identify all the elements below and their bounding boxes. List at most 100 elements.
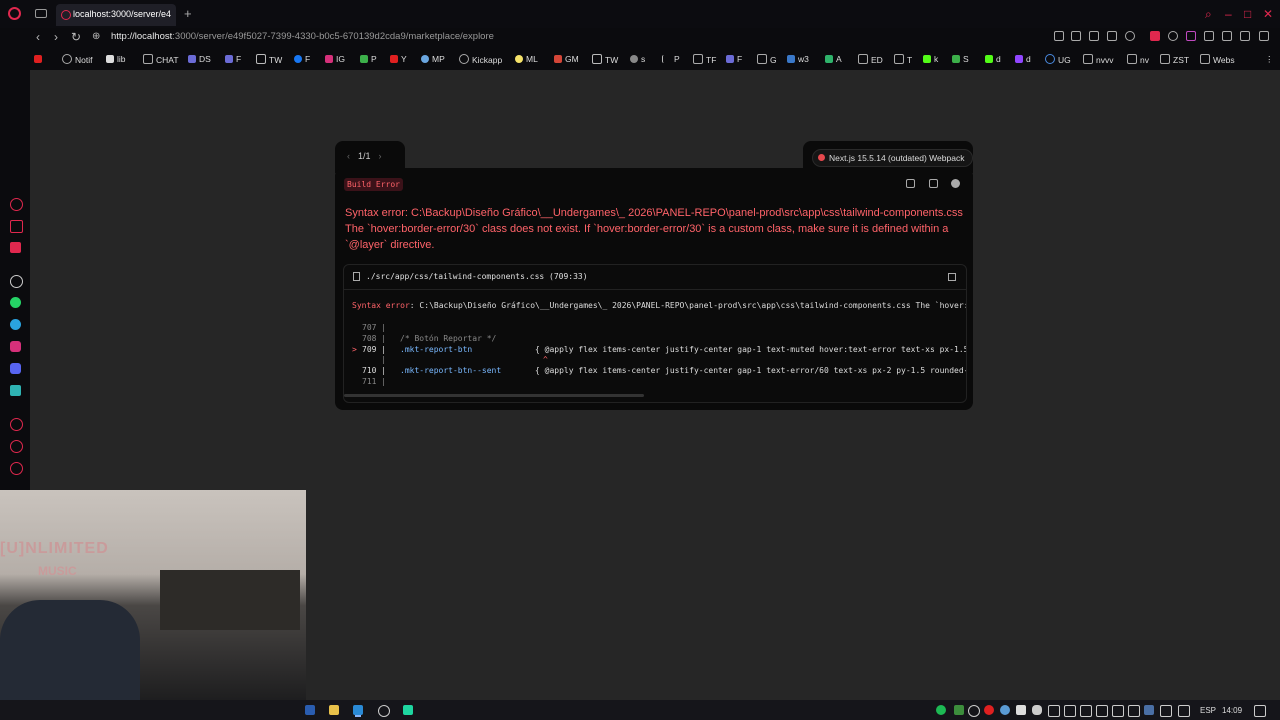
play-icon[interactable] bbox=[1107, 31, 1117, 41]
url-field[interactable]: http://localhost:3000/server/e49f5027-73… bbox=[111, 31, 494, 42]
new-tab-button[interactable]: + bbox=[184, 6, 192, 21]
bookmark-icon[interactable] bbox=[1054, 31, 1064, 41]
notifications-icon[interactable] bbox=[1254, 705, 1266, 717]
chatgpt-icon[interactable] bbox=[10, 275, 23, 288]
open-in-editor-icon[interactable] bbox=[948, 273, 956, 281]
bookmark-youtube[interactable] bbox=[34, 54, 45, 64]
extensions-icon[interactable] bbox=[1204, 31, 1214, 41]
bookmark-item[interactable]: G bbox=[757, 54, 777, 65]
bookmark-item[interactable]: ML bbox=[515, 54, 538, 64]
bookmark-item[interactable]: T bbox=[894, 54, 912, 65]
feedback-icon[interactable] bbox=[951, 179, 960, 188]
bookmark-item[interactable]: F bbox=[726, 54, 742, 64]
bookmark-item[interactable]: d bbox=[1015, 54, 1031, 64]
bookmark-item[interactable]: P bbox=[662, 54, 680, 64]
next-error-button[interactable]: › bbox=[379, 151, 382, 161]
bookmark-item[interactable]: F bbox=[294, 54, 310, 64]
extension-icon[interactable] bbox=[1186, 31, 1196, 41]
bookmark-item[interactable]: F bbox=[225, 54, 241, 64]
spotify-icon[interactable] bbox=[936, 705, 946, 715]
vscode-icon[interactable] bbox=[353, 705, 363, 715]
easy-setup-icon[interactable] bbox=[1259, 31, 1269, 41]
bookmark-item[interactable]: MP bbox=[421, 54, 445, 64]
wifi-icon[interactable] bbox=[1178, 705, 1190, 717]
bookmark-item[interactable]: ED bbox=[858, 54, 883, 65]
bookmark-item[interactable]: TF bbox=[693, 54, 716, 65]
bookmark-item[interactable]: UG bbox=[1045, 54, 1071, 65]
back-button[interactable]: ‹ bbox=[36, 30, 40, 44]
discord-icon[interactable] bbox=[10, 363, 21, 374]
bookmark-item[interactable]: CHAT bbox=[143, 54, 179, 65]
tray-app-icon[interactable] bbox=[1064, 705, 1076, 717]
chatgpt-icon[interactable] bbox=[378, 705, 390, 717]
copy-icon[interactable] bbox=[906, 179, 915, 188]
terminal-icon[interactable] bbox=[403, 705, 413, 715]
settings-icon[interactable] bbox=[10, 462, 23, 475]
download-icon[interactable] bbox=[1240, 31, 1250, 41]
active-tab[interactable]: localhost:3000/server/e4 bbox=[56, 4, 176, 26]
player-icon[interactable] bbox=[10, 418, 23, 431]
bookmark-item[interactable]: d bbox=[985, 54, 1001, 64]
bookmark-folder[interactable]: Webs bbox=[1200, 54, 1235, 65]
opera-menu-icon[interactable] bbox=[8, 7, 21, 20]
clock[interactable]: 14:09 bbox=[1222, 706, 1242, 715]
bookmark-item[interactable]: A bbox=[825, 54, 842, 64]
close-window-button[interactable]: ✕ bbox=[1263, 7, 1273, 21]
adblock-icon[interactable] bbox=[1150, 31, 1160, 41]
heart-icon[interactable] bbox=[1125, 31, 1135, 41]
tray-app-icon[interactable] bbox=[1000, 705, 1010, 715]
bookmark-item[interactable]: Notif bbox=[62, 54, 92, 65]
tray-app-icon[interactable] bbox=[984, 705, 994, 715]
input-language[interactable]: ESP bbox=[1200, 706, 1216, 715]
instagram-icon[interactable] bbox=[10, 341, 21, 352]
tray-app-icon[interactable] bbox=[1016, 705, 1026, 715]
bookmark-item[interactable]: Y bbox=[390, 54, 407, 64]
search-tabs-icon[interactable]: ⌕ bbox=[1205, 7, 1212, 22]
bookmark-item[interactable]: Kickapp bbox=[459, 54, 502, 65]
tray-app-icon[interactable] bbox=[1128, 705, 1140, 717]
bookmark-item[interactable]: P bbox=[360, 54, 377, 64]
whatsapp-icon[interactable] bbox=[10, 297, 21, 308]
snapshot-icon[interactable] bbox=[1071, 31, 1081, 41]
bookmark-item[interactable]: S bbox=[952, 54, 969, 64]
bookmark-folder[interactable]: ZST bbox=[1160, 54, 1189, 65]
docs-icon[interactable] bbox=[929, 179, 938, 188]
app-icon[interactable] bbox=[10, 385, 21, 396]
bookmark-item[interactable]: TW bbox=[256, 54, 282, 65]
tab-islands-icon[interactable] bbox=[35, 9, 47, 18]
history-icon[interactable] bbox=[10, 440, 23, 453]
tray-app-icon[interactable] bbox=[968, 705, 980, 717]
microphone-icon[interactable] bbox=[1032, 705, 1042, 715]
steam-icon[interactable] bbox=[1144, 705, 1154, 715]
reload-button[interactable]: ↻ bbox=[71, 30, 81, 44]
music-icon[interactable] bbox=[10, 242, 21, 253]
bookmark-item[interactable]: w3 bbox=[787, 54, 809, 64]
network-icon[interactable] bbox=[1080, 705, 1092, 717]
bookmarks-more-button[interactable]: ⋮ bbox=[1265, 54, 1274, 65]
volume-icon[interactable] bbox=[1112, 705, 1124, 717]
forward-button[interactable]: › bbox=[54, 30, 58, 44]
code-horizontal-scrollbar[interactable] bbox=[344, 394, 644, 397]
bookmark-item[interactable]: DS bbox=[188, 54, 211, 64]
site-info-icon[interactable]: ⊕ bbox=[92, 31, 100, 42]
taskbar-app-icon[interactable] bbox=[305, 705, 315, 715]
tray-app-icon[interactable] bbox=[1048, 705, 1060, 717]
bookmark-item[interactable]: IG bbox=[325, 54, 345, 64]
tray-app-icon[interactable] bbox=[1160, 705, 1172, 717]
minimize-button[interactable]: – bbox=[1225, 7, 1232, 21]
maximize-button[interactable]: □ bbox=[1244, 7, 1251, 21]
bookmark-item[interactable]: lib bbox=[106, 54, 126, 64]
share-icon[interactable] bbox=[1222, 31, 1232, 41]
bookmark-item[interactable]: s bbox=[630, 54, 645, 64]
bookmark-item[interactable]: k bbox=[923, 54, 938, 64]
bookmark-folder[interactable]: nv bbox=[1127, 54, 1149, 65]
tray-app-icon[interactable] bbox=[1096, 705, 1108, 717]
bookmark-item[interactable]: GM bbox=[554, 54, 579, 64]
shopping-icon[interactable] bbox=[10, 220, 23, 233]
file-explorer-icon[interactable] bbox=[329, 705, 339, 715]
tray-app-icon[interactable] bbox=[954, 705, 964, 715]
aria-icon[interactable] bbox=[10, 198, 23, 211]
nextjs-version-badge[interactable]: Next.js 15.5.14 (outdated) Webpack bbox=[812, 149, 974, 167]
bookmark-item[interactable]: TW bbox=[592, 54, 618, 65]
extension-icon[interactable] bbox=[1168, 31, 1178, 41]
